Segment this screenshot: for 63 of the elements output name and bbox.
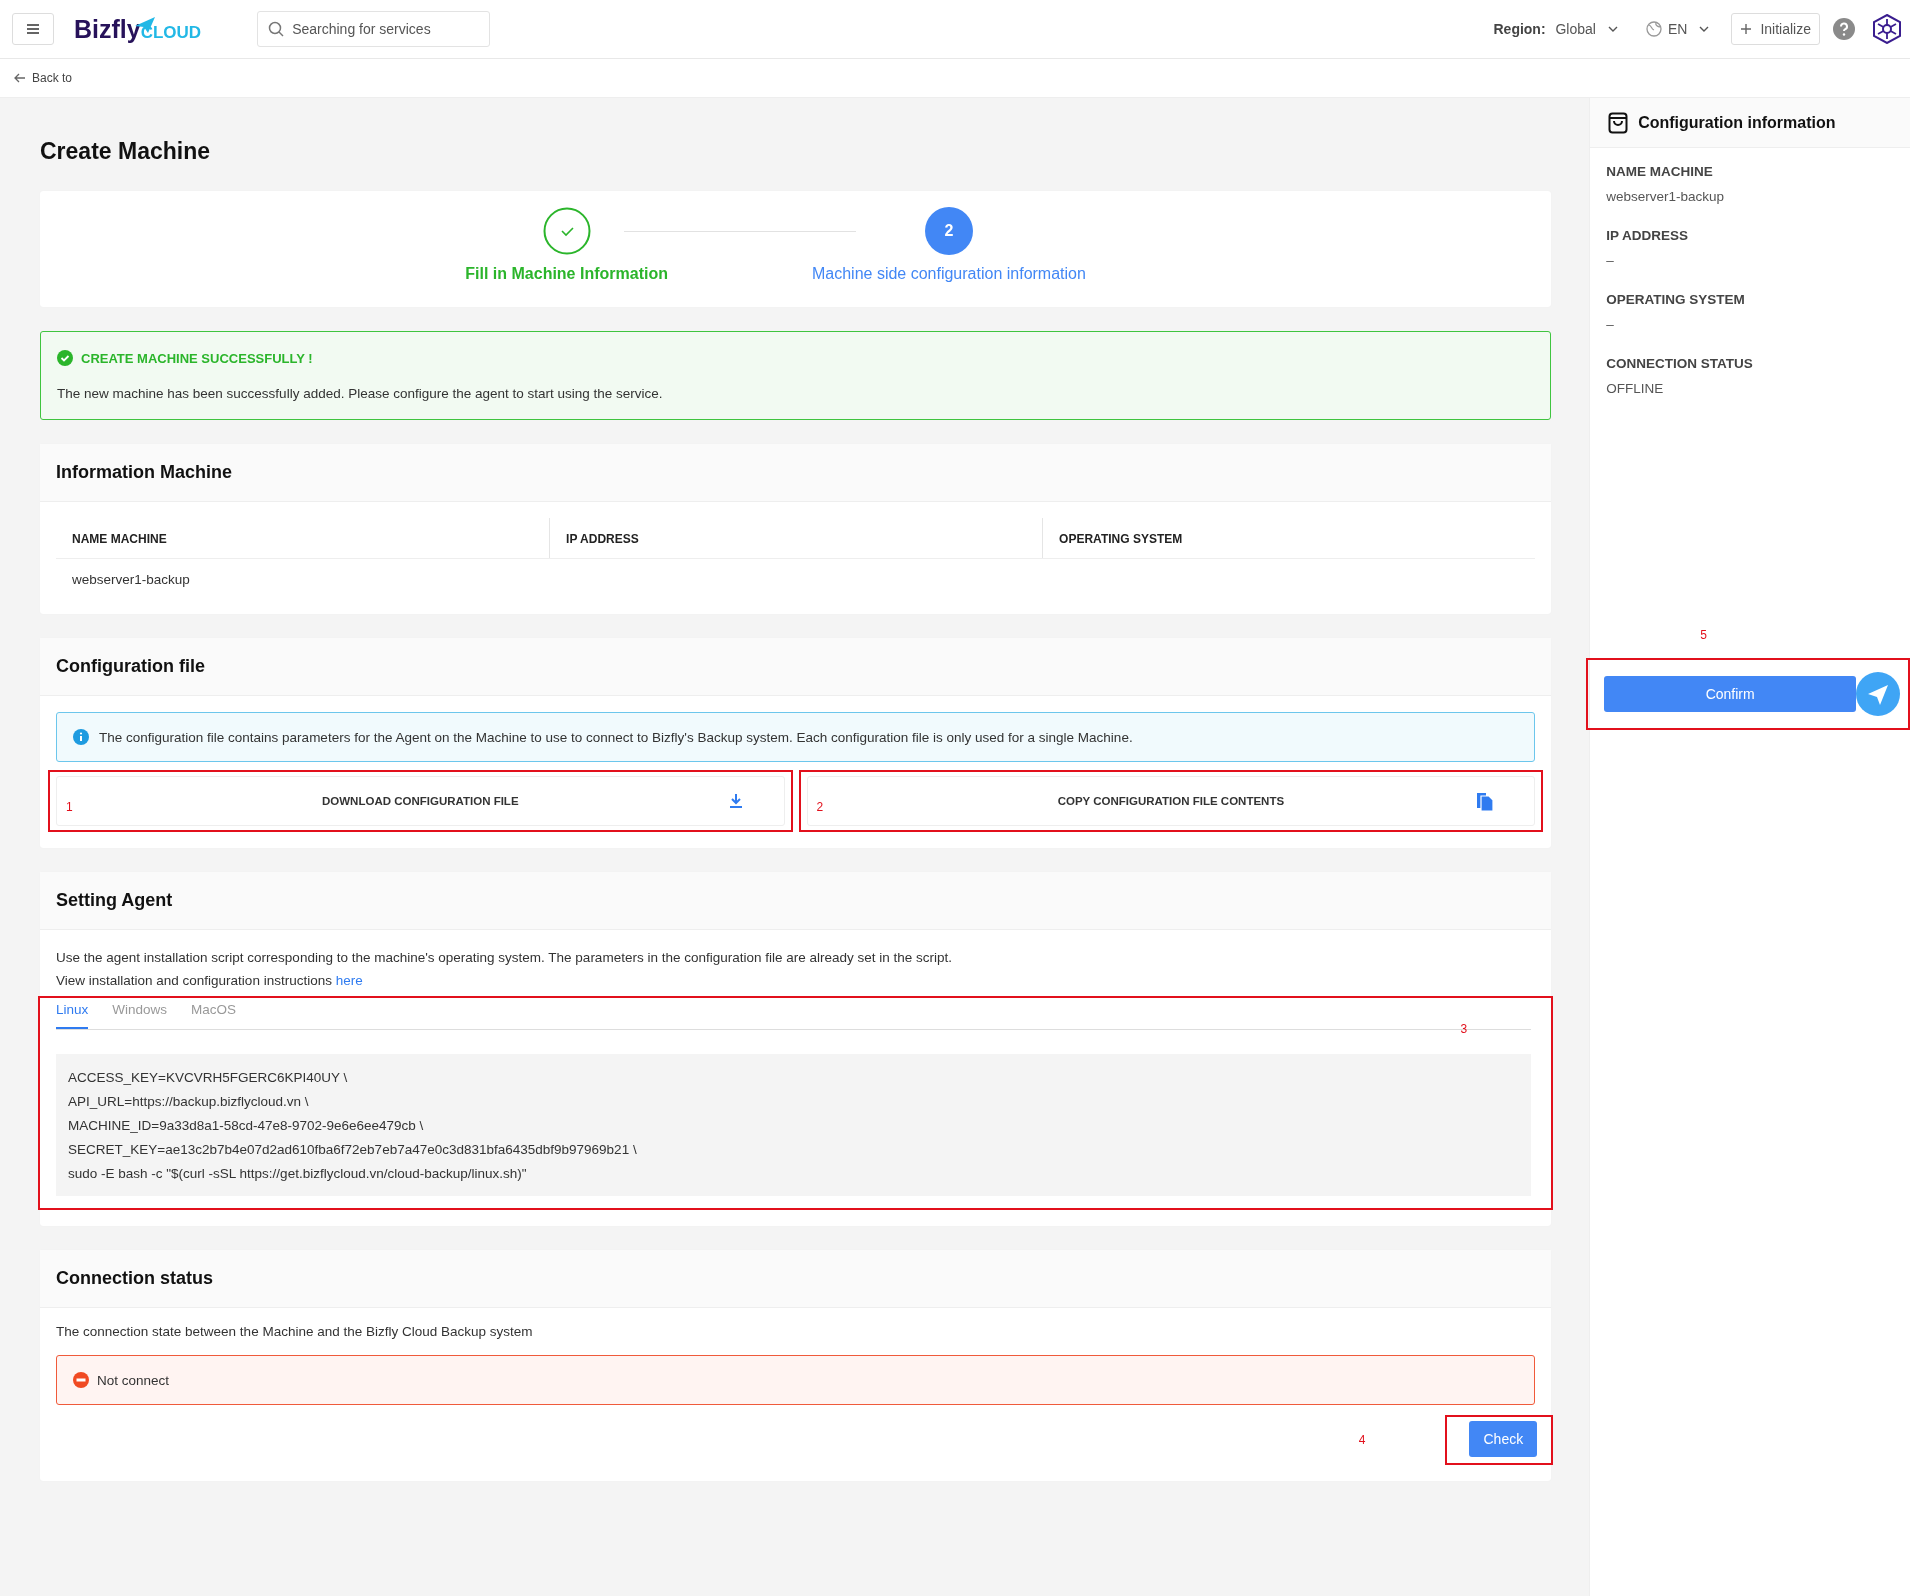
field-value: – (1606, 317, 1615, 332)
shopping-bag-icon (1608, 111, 1629, 134)
back-link[interactable]: Back to (14, 71, 73, 85)
plus-icon (1740, 23, 1753, 35)
script-line: ACCESS_KEY=KVCVRH5FGERC6KPI40UY \ (68, 1069, 349, 1087)
chevron-down-icon (1607, 26, 1618, 32)
description-text: Use the agent installation script corresponding to the machine's operating system. The parameters in the configuration file are already set in the script. (56, 950, 954, 965)
field-label: NAME MACHINE (1606, 164, 1714, 179)
field-label: OPERATING SYSTEM (1606, 292, 1746, 307)
arrow-left-icon (14, 73, 26, 83)
section-title: Connection status (56, 1268, 214, 1289)
status-text: Not connect (97, 1372, 170, 1388)
script-line: API_URL=https://backup.bizflycloud.vn \ (68, 1093, 310, 1111)
search-field[interactable]: Searching for services (257, 11, 491, 47)
step-label: Fill in Machine Information (465, 265, 668, 283)
language-dropdown[interactable]: EN (1639, 21, 1716, 37)
script-line: sudo -E bash -c "$(curl -sSL https://get.bizflycloud.vn/cloud-backup/linux.sh)" (68, 1165, 528, 1183)
info-text: The configuration file contains parameters for the Agent on the Machine to use to connect to Bizfly's Backup system. Each configuration file is only used for a single Machine. (99, 729, 1133, 745)
download-icon (727, 793, 744, 809)
annotation-number: 1 (66, 800, 73, 814)
paper-plane-icon[interactable] (1856, 672, 1901, 716)
hexagon-logo-icon[interactable] (1872, 14, 1902, 44)
script-line: MACHINE_ID=9a33d8a1-58cd-47e8-9702-9e6e6ee479cb \ (68, 1117, 425, 1135)
column-header: IP ADDRESS (549, 518, 1043, 558)
os-tab[interactable]: Linux (56, 998, 89, 1029)
search-icon (268, 21, 285, 37)
annotation-number: 5 (1700, 628, 1708, 642)
check-circle-icon (57, 350, 73, 366)
section-title: Setting Agent (56, 890, 174, 911)
alert-message: The new machine has been successfully added. Please configure the agent to start using the service. (57, 386, 664, 401)
globe-icon (1645, 21, 1662, 37)
column-header: OPERATING SYSTEM (1042, 518, 1536, 558)
chevron-down-icon (1699, 26, 1710, 32)
info-icon (73, 729, 89, 745)
menu-button[interactable] (12, 13, 54, 45)
field-value: webserver1-backup (1606, 189, 1725, 204)
here-link[interactable]: here (335, 973, 363, 988)
column-header: NAME MACHINE (71, 531, 168, 548)
menu-icon (26, 23, 40, 35)
no-entry-icon (73, 1372, 89, 1388)
step-number: 2 (924, 207, 973, 255)
help-icon[interactable] (1832, 17, 1856, 41)
field-value: – (1606, 253, 1615, 268)
table-cell: webserver1-backup (72, 572, 190, 587)
description-text: The connection state between the Machine and the Bizfly Cloud Backup system (56, 1324, 534, 1339)
alert-title: CREATE MACHINE SUCCESSFULLY ! (81, 350, 313, 366)
field-label: CONNECTION STATUS (1606, 356, 1754, 371)
annotation-number: 3 (1460, 1022, 1468, 1036)
annotation-number: 2 (816, 800, 824, 814)
script-line: SECRET_KEY=ae13c2b7b4e07d2ad610fba6f72eb7eb7a47e0c3d831bfa6435dbf9b97969b21 \ (68, 1141, 638, 1159)
section-title: Information Machine (56, 462, 233, 483)
panel-title: Configuration information (1638, 113, 1836, 132)
field-label: IP ADDRESS (1606, 228, 1689, 243)
instructions-text: View installation and configuration instructions here (56, 973, 364, 988)
field-value: OFFLINE (1606, 381, 1665, 396)
copy-icon (1476, 790, 1495, 812)
annotation-number: 4 (1358, 1433, 1366, 1447)
section-title: Configuration file (56, 656, 206, 677)
logo[interactable]: BizflyCLOUD (74, 14, 202, 44)
step-label: Machine side configuration information (811, 265, 1086, 283)
initialize-button[interactable]: Initialize (1731, 13, 1820, 45)
region-dropdown[interactable]: Region: Global (1487, 21, 1624, 37)
page-title: Create Machine (40, 138, 211, 165)
